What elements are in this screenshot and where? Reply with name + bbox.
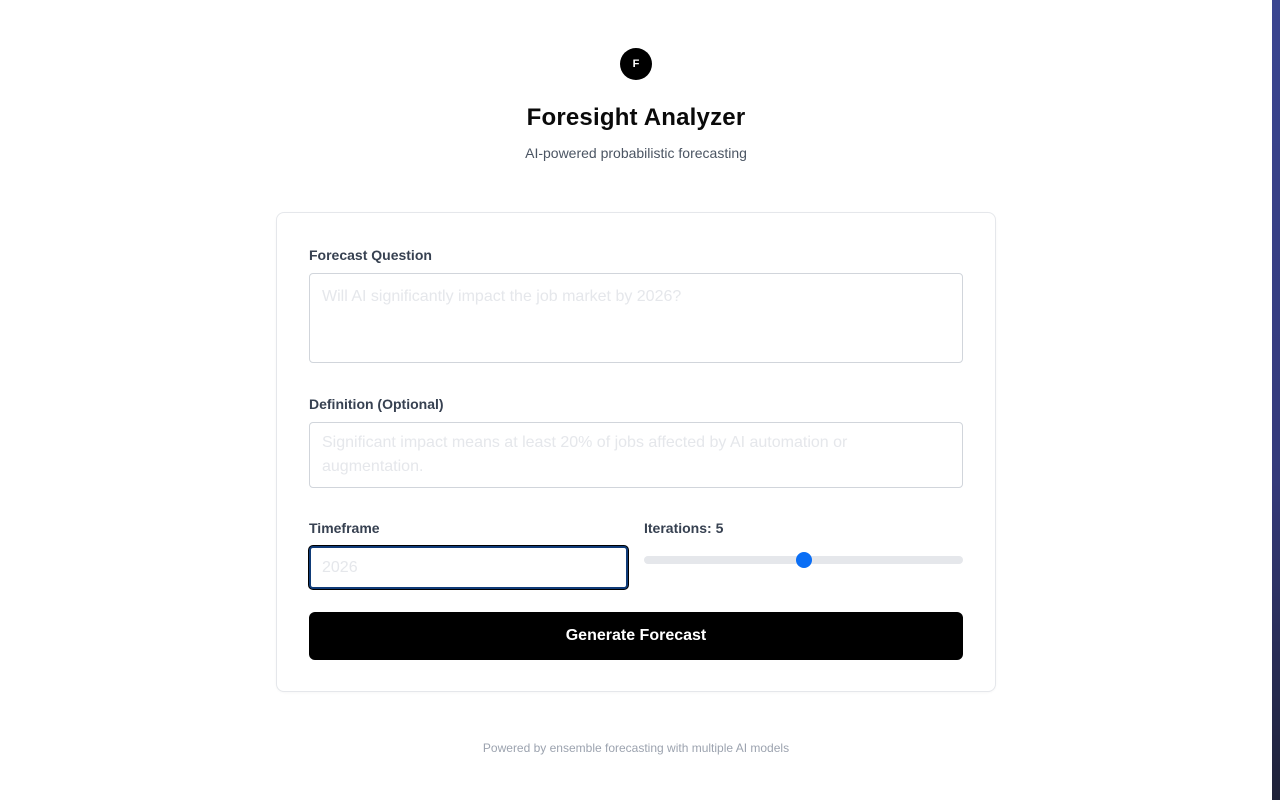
app-logo: F xyxy=(620,48,652,80)
iterations-slider-thumb[interactable] xyxy=(795,552,812,568)
timeframe-input[interactable] xyxy=(309,546,628,589)
generate-forecast-button[interactable]: Generate Forecast xyxy=(309,612,963,660)
definition-label: Definition (Optional) xyxy=(309,396,444,412)
iterations-label: Iterations: 5 xyxy=(644,520,724,536)
timeframe-label: Timeframe xyxy=(309,520,380,536)
forecast-question-input[interactable] xyxy=(309,273,963,363)
page-title: Foresight Analyzer xyxy=(526,104,746,131)
logo-letter: F xyxy=(632,58,640,70)
window-edge xyxy=(1272,0,1280,800)
page: F Foresight Analyzer AI-powered probabil… xyxy=(0,0,1280,800)
definition-input[interactable] xyxy=(309,422,963,488)
question-label: Forecast Question xyxy=(309,247,432,263)
page-subtitle: AI-powered probabilistic forecasting xyxy=(525,145,747,161)
forecast-form-card: Forecast Question Definition (Optional) … xyxy=(276,212,996,692)
footer-text: Powered by ensemble forecasting with mul… xyxy=(482,741,790,755)
